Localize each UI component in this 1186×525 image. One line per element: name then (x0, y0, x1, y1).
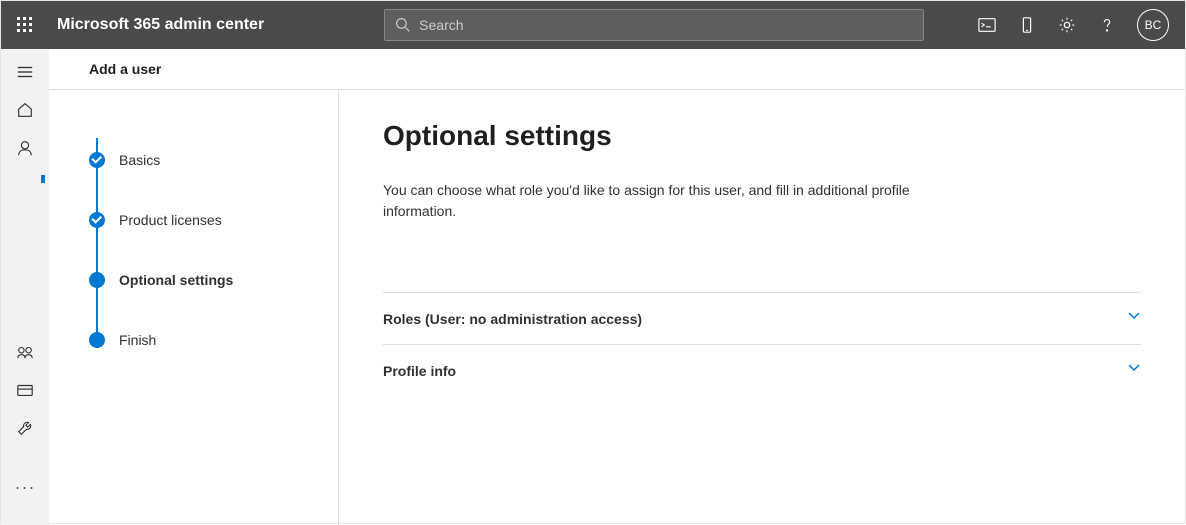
home-icon[interactable] (15, 101, 35, 119)
step-label: Finish (119, 332, 156, 348)
panel-title: Add a user (49, 49, 1185, 90)
step-basics[interactable]: Basics (89, 130, 314, 190)
mobile-icon[interactable] (1017, 15, 1037, 35)
step-label: Product licenses (119, 212, 222, 228)
current-step-icon (89, 272, 105, 288)
chevron-down-icon (1127, 361, 1141, 380)
wizard-stepper: Basics Product licenses Optional setting… (49, 90, 339, 525)
groups-icon[interactable] (15, 343, 35, 361)
setup-icon[interactable] (15, 419, 35, 437)
expander-label: Profile info (383, 363, 456, 379)
help-icon[interactable] (1097, 15, 1117, 35)
top-bar: Microsoft 365 admin center BC (1, 1, 1185, 49)
nav-active-indicator (41, 175, 45, 183)
left-nav: ··· (1, 49, 49, 525)
expander-profile-info[interactable]: Profile info (383, 344, 1141, 396)
step-optional-settings[interactable]: Optional settings (89, 250, 314, 310)
pending-step-icon (89, 332, 105, 348)
more-icon[interactable]: ··· (15, 477, 36, 498)
expander-roles[interactable]: Roles (User: no administration access) (383, 292, 1141, 344)
chevron-down-icon (1127, 309, 1141, 328)
step-label: Basics (119, 152, 160, 168)
page-subtitle: You can choose what role you'd like to a… (383, 180, 943, 222)
step-label: Optional settings (119, 272, 233, 288)
check-icon (89, 212, 105, 228)
step-finish[interactable]: Finish (89, 310, 314, 370)
app-launcher-button[interactable] (1, 1, 49, 49)
stepper-line (96, 138, 98, 348)
account-avatar[interactable]: BC (1137, 9, 1169, 41)
settings-icon[interactable] (1057, 15, 1077, 35)
search-box[interactable] (384, 9, 924, 41)
app-title: Microsoft 365 admin center (57, 16, 264, 34)
page-heading: Optional settings (383, 120, 1141, 152)
billing-icon[interactable] (15, 381, 35, 399)
users-icon[interactable] (15, 139, 35, 157)
check-icon (89, 152, 105, 168)
step-product-licenses[interactable]: Product licenses (89, 190, 314, 250)
hamburger-icon[interactable] (15, 63, 35, 81)
search-input[interactable] (419, 17, 913, 33)
shell-icon[interactable] (977, 15, 997, 35)
expander-label: Roles (User: no administration access) (383, 311, 642, 327)
